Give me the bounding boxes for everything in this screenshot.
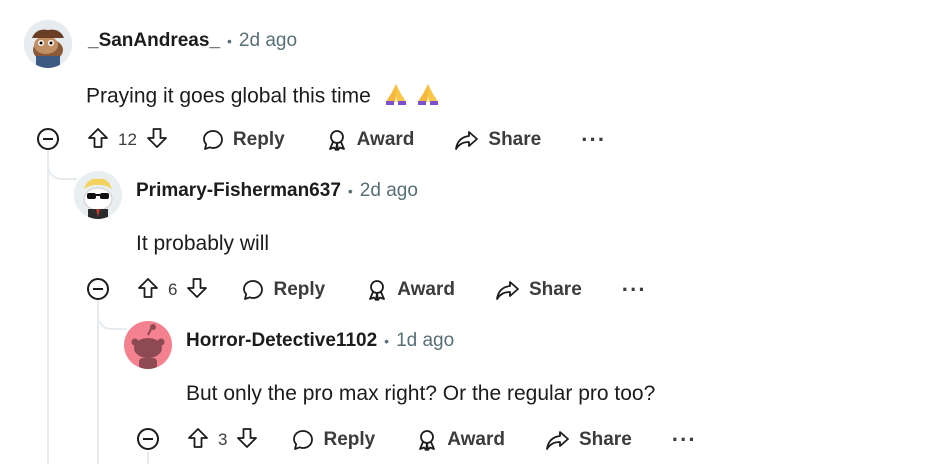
thread-line xyxy=(97,300,99,464)
share-label: Share xyxy=(578,429,632,450)
reply-label: Reply xyxy=(232,129,285,150)
avatar[interactable] xyxy=(74,171,122,219)
avatar[interactable] xyxy=(24,20,72,68)
award-label: Award xyxy=(447,429,505,450)
vote-score: 12 xyxy=(118,130,137,149)
downvote-icon[interactable] xyxy=(185,276,209,305)
folded-hands-emoji xyxy=(415,82,441,112)
folded-hands-emoji xyxy=(383,82,409,112)
comment-actions: 6 Reply Award Share ··· xyxy=(136,273,647,307)
comment-actions: 12 Reply Award Share ··· xyxy=(86,123,606,157)
award-button[interactable]: Award xyxy=(415,428,505,452)
share-icon xyxy=(546,431,569,450)
author-name[interactable]: Horror-Detective1102 xyxy=(186,330,377,352)
vote-score: 3 xyxy=(218,430,228,449)
downvote-icon[interactable] xyxy=(145,126,169,155)
comment-text: Praying it goes global this time xyxy=(86,84,371,108)
separator: • xyxy=(384,333,390,349)
author-name[interactable]: Primary-Fisherman637 xyxy=(136,180,341,202)
separator: • xyxy=(227,33,232,49)
more-options-icon[interactable]: ··· xyxy=(672,427,697,453)
thread-line xyxy=(47,150,49,464)
comment-actions: 3 Reply Award Share ··· xyxy=(186,423,697,457)
comment-body: But only the pro max right? Or the regul… xyxy=(186,382,655,406)
thread-elbow xyxy=(47,152,77,180)
comment-meta: Horror-Detective1102 • 1d ago xyxy=(186,330,454,352)
upvote-icon[interactable] xyxy=(136,276,160,305)
downvote-icon[interactable] xyxy=(235,426,259,455)
reply-button[interactable]: Reply xyxy=(241,278,325,302)
comment-text: But only the pro max right? Or the regul… xyxy=(186,382,656,405)
comment-meta: _SanAndreas_ • 2d ago xyxy=(88,30,297,52)
comment-body: Praying it goes global this time xyxy=(86,82,441,112)
award-label: Award xyxy=(356,129,415,150)
award-icon xyxy=(369,280,386,301)
comment-bubble-icon xyxy=(243,280,264,300)
share-label: Share xyxy=(528,279,582,300)
vote-group: 12 xyxy=(86,126,169,155)
thread-elbow xyxy=(97,302,127,330)
thread-line xyxy=(147,452,149,464)
vote-group: 6 xyxy=(136,276,209,305)
vote-score: 6 xyxy=(168,280,178,299)
collapse-icon[interactable] xyxy=(86,277,110,301)
comment-bubble-icon xyxy=(293,430,314,450)
share-button[interactable]: Share xyxy=(495,278,582,302)
share-button[interactable]: Share xyxy=(454,128,541,152)
timestamp[interactable]: 2d ago xyxy=(360,180,418,202)
upvote-icon[interactable] xyxy=(86,126,110,155)
separator: • xyxy=(347,183,353,199)
award-icon xyxy=(419,430,436,451)
reply-label: Reply xyxy=(323,429,376,450)
share-icon xyxy=(455,131,479,150)
comment-text: It probably will xyxy=(136,232,270,255)
reply-button[interactable]: Reply xyxy=(201,128,285,152)
collapse-icon[interactable] xyxy=(36,127,60,151)
collapse-icon[interactable] xyxy=(136,427,160,451)
comment-bubble-icon xyxy=(203,130,223,150)
share-label: Share xyxy=(488,129,542,150)
vote-group: 3 xyxy=(186,426,259,455)
upvote-icon[interactable] xyxy=(186,426,210,455)
comment-body: It probably will xyxy=(136,232,269,256)
avatar[interactable] xyxy=(124,321,172,369)
share-button[interactable]: Share xyxy=(545,428,632,452)
share-icon xyxy=(496,281,519,300)
award-button[interactable]: Award xyxy=(325,128,415,152)
more-options-icon[interactable]: ··· xyxy=(622,277,647,303)
timestamp[interactable]: 2d ago xyxy=(239,30,297,52)
more-options-icon[interactable]: ··· xyxy=(581,127,606,153)
award-icon xyxy=(328,130,345,151)
comment-meta: Primary-Fisherman637 • 2d ago xyxy=(136,180,418,202)
reply-label: Reply xyxy=(273,279,326,300)
award-label: Award xyxy=(397,279,455,300)
timestamp[interactable]: 1d ago xyxy=(396,330,454,352)
award-button[interactable]: Award xyxy=(365,278,455,302)
reply-button[interactable]: Reply xyxy=(291,428,375,452)
author-name[interactable]: _SanAndreas_ xyxy=(88,30,220,52)
